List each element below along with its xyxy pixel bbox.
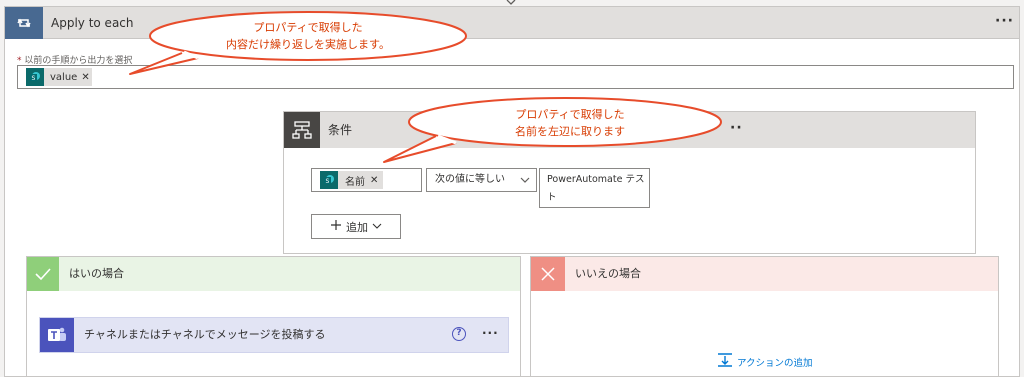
no-branch-header[interactable]: いいえの場合 (531, 257, 998, 291)
value-token[interactable]: S value ✕ (26, 68, 92, 86)
condition-operator-dropdown[interactable]: 次の値に等しい (426, 168, 537, 192)
condition-add-button[interactable]: 追加 (311, 214, 401, 239)
yes-branch: はいの場合 チャネルまたはチャネルでメッセージを投稿する ? ··· (26, 256, 521, 377)
add-action-label: アクションの追加 (737, 357, 813, 369)
sharepoint-icon: S (320, 171, 338, 189)
condition-left-operand[interactable]: S 名前 ✕ (311, 168, 422, 192)
name-token[interactable]: S 名前 ✕ (320, 171, 383, 189)
no-branch: いいえの場合 アクションの追加 (530, 256, 999, 377)
condition-right-operand[interactable]: PowerAutomate テス ト (539, 168, 650, 208)
svg-text:S: S (326, 178, 330, 185)
callout-1-line-2: 内容だけ繰り返しを実施します。 (226, 37, 390, 51)
sharepoint-icon: S (26, 68, 44, 86)
condition-icon (284, 112, 320, 148)
value-token-remove-button[interactable]: ✕ (81, 72, 89, 83)
yes-branch-title: はいの場合 (69, 267, 124, 280)
callout-2-line-1: プロパティで取得した (515, 108, 624, 121)
loop-icon (5, 7, 43, 39)
value-token-label: value (50, 71, 78, 83)
operator-label: 次の値に等しい (435, 174, 505, 185)
name-token-remove-button[interactable]: ✕ (370, 175, 378, 186)
chevron-down-icon (372, 220, 382, 233)
post-message-action[interactable]: チャネルまたはチャネルでメッセージを投稿する ? ··· (39, 317, 509, 353)
right-operand-line-1: PowerAutomate テス (547, 174, 645, 185)
name-token-label: 名前 (345, 176, 365, 188)
yes-branch-header[interactable]: はいの場合 (27, 257, 520, 291)
checkmark-icon (27, 257, 59, 291)
action-more-button[interactable]: ··· (482, 326, 499, 340)
plus-icon (330, 219, 342, 234)
add-button-label: 追加 (346, 220, 368, 234)
condition-more-button[interactable]: ·· (730, 120, 743, 136)
callout-select-output: プロパティで取得した 内容だけ繰り返しを実施します。 (129, 11, 467, 75)
close-icon (531, 257, 565, 291)
callout-left-operand: プロパティで取得した 名前を左辺に取ります (383, 97, 722, 163)
right-operand-line-2: ト (547, 192, 557, 203)
callout-2-line-2: 名前を左辺に取ります (515, 124, 625, 138)
apply-to-each-more-button[interactable]: ··· (995, 13, 1014, 29)
condition-title: 条件 (328, 123, 353, 137)
chevron-down-icon (520, 169, 530, 200)
callout-1-line-1: プロパティで取得した (253, 21, 362, 34)
flow-designer-canvas: Apply to each ··· * 以前の手順から出力を選択 S value… (0, 0, 1024, 377)
teams-icon (40, 318, 74, 352)
no-branch-title: いいえの場合 (575, 267, 641, 280)
help-icon[interactable]: ? (452, 327, 466, 341)
add-action-icon (717, 353, 733, 370)
post-message-action-title: チャネルまたはチャネルでメッセージを投稿する (84, 328, 326, 341)
svg-text:S: S (32, 75, 36, 82)
add-action-link[interactable]: アクションの追加 (717, 353, 813, 370)
